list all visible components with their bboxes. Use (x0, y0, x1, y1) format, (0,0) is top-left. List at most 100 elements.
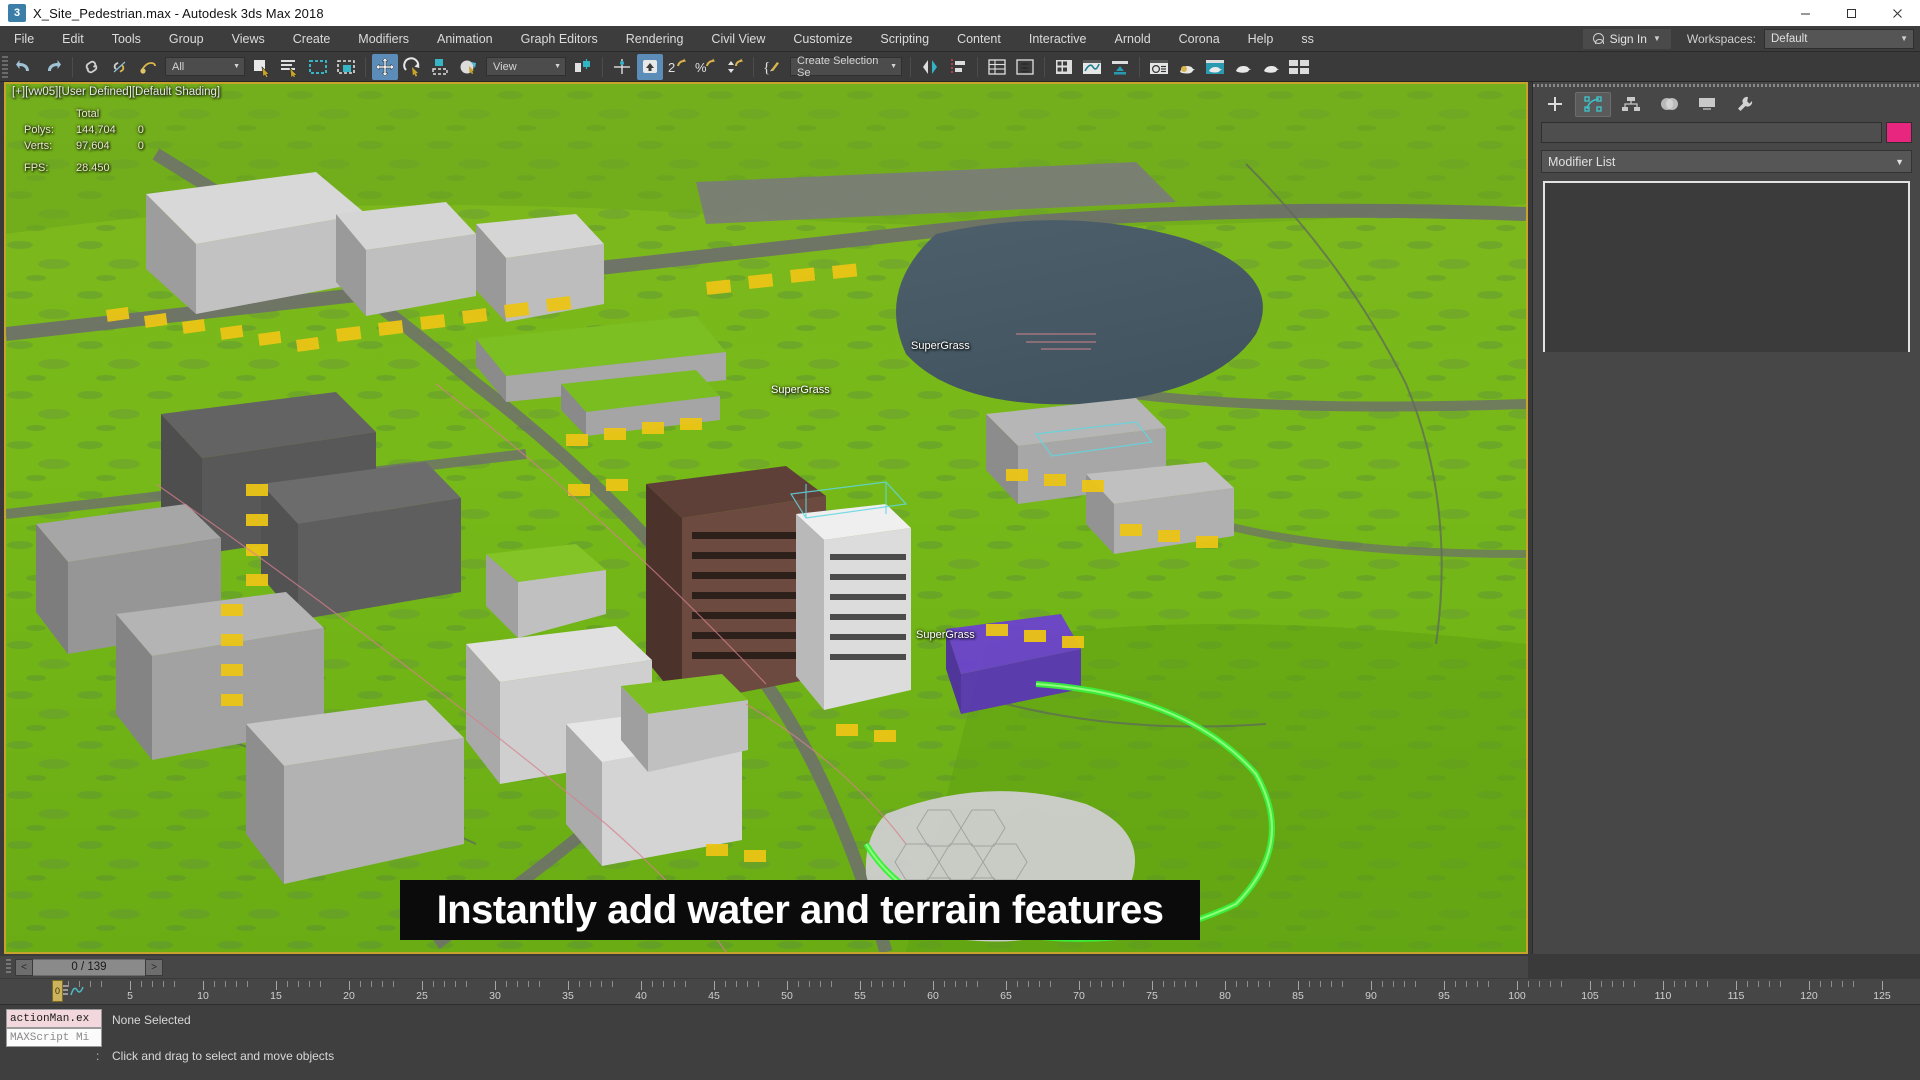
angle-snap-icon[interactable]: 2 (665, 54, 691, 80)
viewport[interactable]: [+][vw05][User Defined][Default Shading]… (4, 82, 1528, 954)
current-frame-field[interactable]: 0 / 139 (33, 958, 145, 976)
selection-filter-value: All (172, 60, 185, 73)
bind-space-warp-icon[interactable] (135, 54, 161, 80)
track-tick-125: 125 (1873, 990, 1891, 1002)
select-and-rotate-icon[interactable] (400, 54, 426, 80)
object-color-swatch[interactable] (1886, 122, 1912, 143)
display-tab[interactable] (1689, 92, 1725, 117)
menu-rendering[interactable]: Rendering (612, 26, 698, 52)
object-name-input[interactable] (1541, 122, 1882, 143)
menu-help[interactable]: Help (1234, 26, 1288, 52)
menu-graph-editors[interactable]: Graph Editors (507, 26, 612, 52)
create-tab[interactable] (1537, 92, 1573, 117)
render-setup-icon[interactable] (1174, 54, 1200, 80)
menu-edit[interactable]: Edit (48, 26, 98, 52)
rendered-frame-window-icon[interactable] (1202, 54, 1228, 80)
named-selection-set-select[interactable]: Create Selection Se ▼ (790, 55, 902, 79)
menu-modifiers[interactable]: Modifiers (344, 26, 423, 52)
workspace-select[interactable]: Default ▼ (1764, 28, 1914, 49)
reference-coordinate-system-select[interactable]: View ▼ (486, 57, 566, 76)
scene-explorer-icon[interactable] (1012, 54, 1038, 80)
minimize-button[interactable] (1782, 0, 1828, 26)
menu-customize[interactable]: Customize (779, 26, 866, 52)
select-and-scale-icon[interactable] (428, 54, 454, 80)
track-tick-80: 80 (1219, 990, 1231, 1002)
menu-interactive[interactable]: Interactive (1015, 26, 1101, 52)
select-and-place-icon[interactable] (456, 54, 482, 80)
chevron-down-icon: ▼ (554, 63, 561, 70)
align-icon[interactable] (945, 54, 971, 80)
toolbar-grip[interactable] (2, 55, 8, 78)
use-center-flyout-icon[interactable] (570, 54, 596, 80)
menu-arnold[interactable]: Arnold (1101, 26, 1165, 52)
window-crossing-icon[interactable] (333, 54, 359, 80)
menu-tools[interactable]: Tools (98, 26, 155, 52)
menu-scripting[interactable]: Scripting (866, 26, 943, 52)
project-folder-icon[interactable] (1286, 54, 1312, 80)
ribbon-toggle-icon[interactable] (1051, 54, 1077, 80)
maxscript-input-line[interactable]: MAXScript Mi (6, 1028, 102, 1047)
menu-ss[interactable]: ss (1287, 26, 1328, 52)
curve-editor-icon[interactable] (1079, 54, 1105, 80)
render-production-icon[interactable] (1230, 54, 1256, 80)
select-link-icon[interactable] (79, 54, 105, 80)
time-slider-grip[interactable] (6, 959, 11, 975)
menu-create[interactable]: Create (279, 26, 345, 52)
stats-fps-label: FPS: (24, 162, 49, 174)
menu-file[interactable]: File (0, 26, 48, 52)
redo-icon[interactable] (40, 54, 66, 80)
menu-animation[interactable]: Animation (423, 26, 507, 52)
spinner-snap-icon[interactable] (721, 54, 747, 80)
object-label-supergrass-1: SuperGrass (911, 340, 970, 352)
material-editor-icon[interactable] (1146, 54, 1172, 80)
unlink-selection-icon[interactable] (107, 54, 133, 80)
modifier-list-select[interactable]: Modifier List ▼ (1541, 150, 1912, 173)
hierarchy-tab[interactable] (1613, 92, 1649, 117)
command-panel-tabs (1533, 89, 1920, 117)
maxscript-mini-listener[interactable]: actionMan.ex MAXScript Mi (6, 1009, 102, 1047)
menu-corona[interactable]: Corona (1165, 26, 1234, 52)
toolbar-separator (365, 56, 366, 77)
menu-bar-right: Sign In ▼ Workspaces: Default ▼ (1582, 26, 1920, 52)
stats-verts-selected: 0 (137, 140, 144, 152)
schematic-view-icon[interactable] (1107, 54, 1133, 80)
previous-frame-button[interactable]: < (15, 958, 33, 976)
track-tick-100: 100 (1508, 990, 1526, 1002)
undo-icon[interactable] (12, 54, 38, 80)
modify-tab[interactable] (1575, 91, 1611, 117)
menu-views[interactable]: Views (218, 26, 279, 52)
track-bar[interactable]: 0 5 10 15 20 25 30 35 40 45 50 55 60 65 … (0, 978, 1528, 1004)
utilities-tab[interactable] (1727, 92, 1763, 117)
menu-civil-view[interactable]: Civil View (697, 26, 779, 52)
select-object-icon[interactable] (249, 54, 275, 80)
menu-group[interactable]: Group (155, 26, 218, 52)
layer-explorer-icon[interactable] (984, 54, 1010, 80)
command-panel-grip[interactable] (1533, 82, 1920, 89)
selection-filter-select[interactable]: All ▼ (165, 57, 245, 76)
maximize-button[interactable] (1828, 0, 1874, 26)
track-bar-extension[interactable]: 100 105 110 115 120 125 (1508, 978, 1920, 1004)
modifier-stack-list[interactable] (1543, 181, 1910, 371)
sign-in-button[interactable]: Sign In ▼ (1582, 28, 1671, 49)
render-iterative-icon[interactable] (1258, 54, 1284, 80)
maxscript-output-line[interactable]: actionMan.ex (6, 1009, 102, 1028)
menu-content[interactable]: Content (943, 26, 1015, 52)
toolbar-separator (753, 56, 754, 77)
select-and-manipulate-icon[interactable] (609, 54, 635, 80)
close-button[interactable] (1874, 0, 1920, 26)
motion-tab[interactable] (1651, 92, 1687, 117)
mirror-icon[interactable] (917, 54, 943, 80)
select-by-name-icon[interactable] (277, 54, 303, 80)
svg-text:%: % (695, 60, 707, 75)
rectangular-selection-region-icon[interactable] (305, 54, 331, 80)
workspace-value: Default (1771, 32, 1808, 45)
viewport-label[interactable]: [+][vw05][User Defined][Default Shading] (12, 86, 220, 98)
named-selection-sets-icon[interactable]: { (760, 54, 786, 80)
time-slider-handle[interactable]: 0 (52, 980, 63, 1002)
next-frame-button[interactable]: > (145, 958, 163, 976)
snaps-toggle-icon[interactable] (637, 53, 663, 80)
stats-total-header: Total (75, 108, 100, 120)
percent-snap-icon[interactable]: % (693, 54, 719, 80)
viewport-3d-scene[interactable] (6, 84, 1526, 952)
select-and-move-icon[interactable] (372, 53, 398, 80)
